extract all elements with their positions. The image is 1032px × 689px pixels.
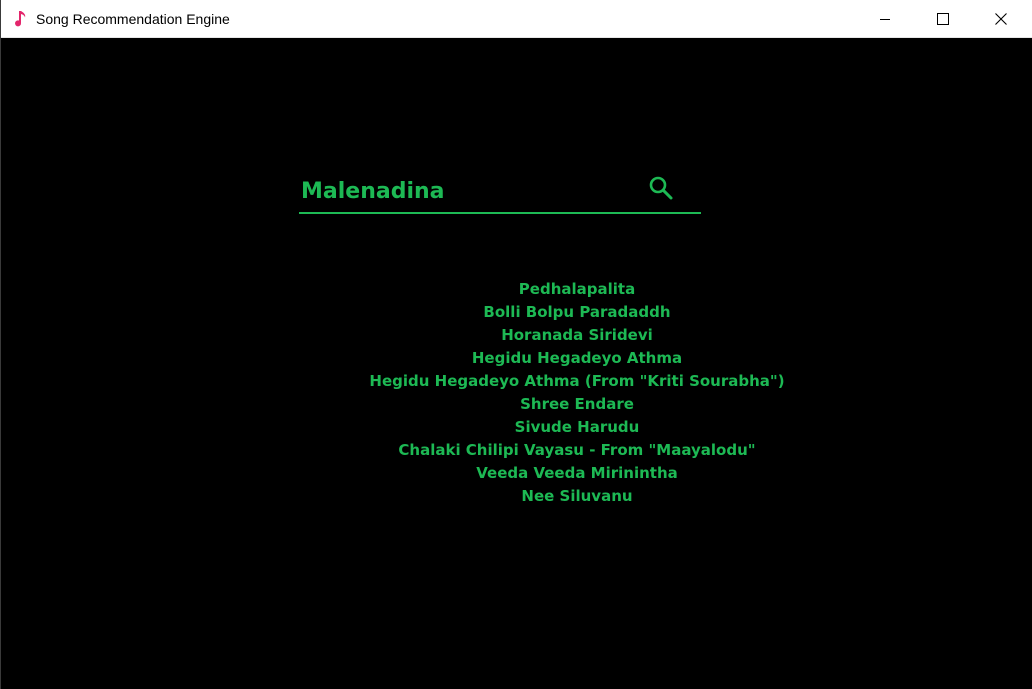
music-note-icon — [11, 9, 29, 27]
recommendation-item[interactable]: Hegidu Hegadeyo Athma (From "Kriti Soura… — [281, 370, 873, 393]
maximize-icon — [937, 13, 949, 25]
recommendation-item[interactable]: Chalaki Chilipi Vayasu - From "Maayalodu… — [281, 439, 873, 462]
recommendation-list: Pedhalapalita Bolli Bolpu Paradaddh Hora… — [281, 278, 873, 508]
main-content: Pedhalapalita Bolli Bolpu Paradaddh Hora… — [1, 38, 1032, 689]
maximize-button[interactable] — [914, 0, 972, 38]
minimize-icon — [879, 13, 891, 25]
search-bar — [299, 168, 701, 214]
recommendation-item[interactable]: Hegidu Hegadeyo Athma — [281, 347, 873, 370]
search-input[interactable] — [301, 174, 631, 208]
search-icon — [648, 175, 674, 205]
minimize-button[interactable] — [856, 0, 914, 38]
close-button[interactable] — [972, 0, 1030, 38]
title-bar[interactable]: Song Recommendation Engine — [1, 0, 1032, 38]
recommendation-item[interactable]: Veeda Veeda Mirinintha — [281, 462, 873, 485]
recommendation-item[interactable]: Nee Siluvanu — [281, 485, 873, 508]
recommendation-item[interactable]: Horanada Siridevi — [281, 324, 873, 347]
search-button[interactable] — [647, 176, 675, 204]
recommendation-item[interactable]: Shree Endare — [281, 393, 873, 416]
recommendation-item[interactable]: Bolli Bolpu Paradaddh — [281, 301, 873, 324]
close-icon — [995, 13, 1007, 25]
window-title: Song Recommendation Engine — [36, 11, 230, 27]
recommendation-item[interactable]: Sivude Harudu — [281, 416, 873, 439]
recommendation-item[interactable]: Pedhalapalita — [281, 278, 873, 301]
app-window: Song Recommendation Engine Malenadina Pe… — [0, 0, 1032, 689]
